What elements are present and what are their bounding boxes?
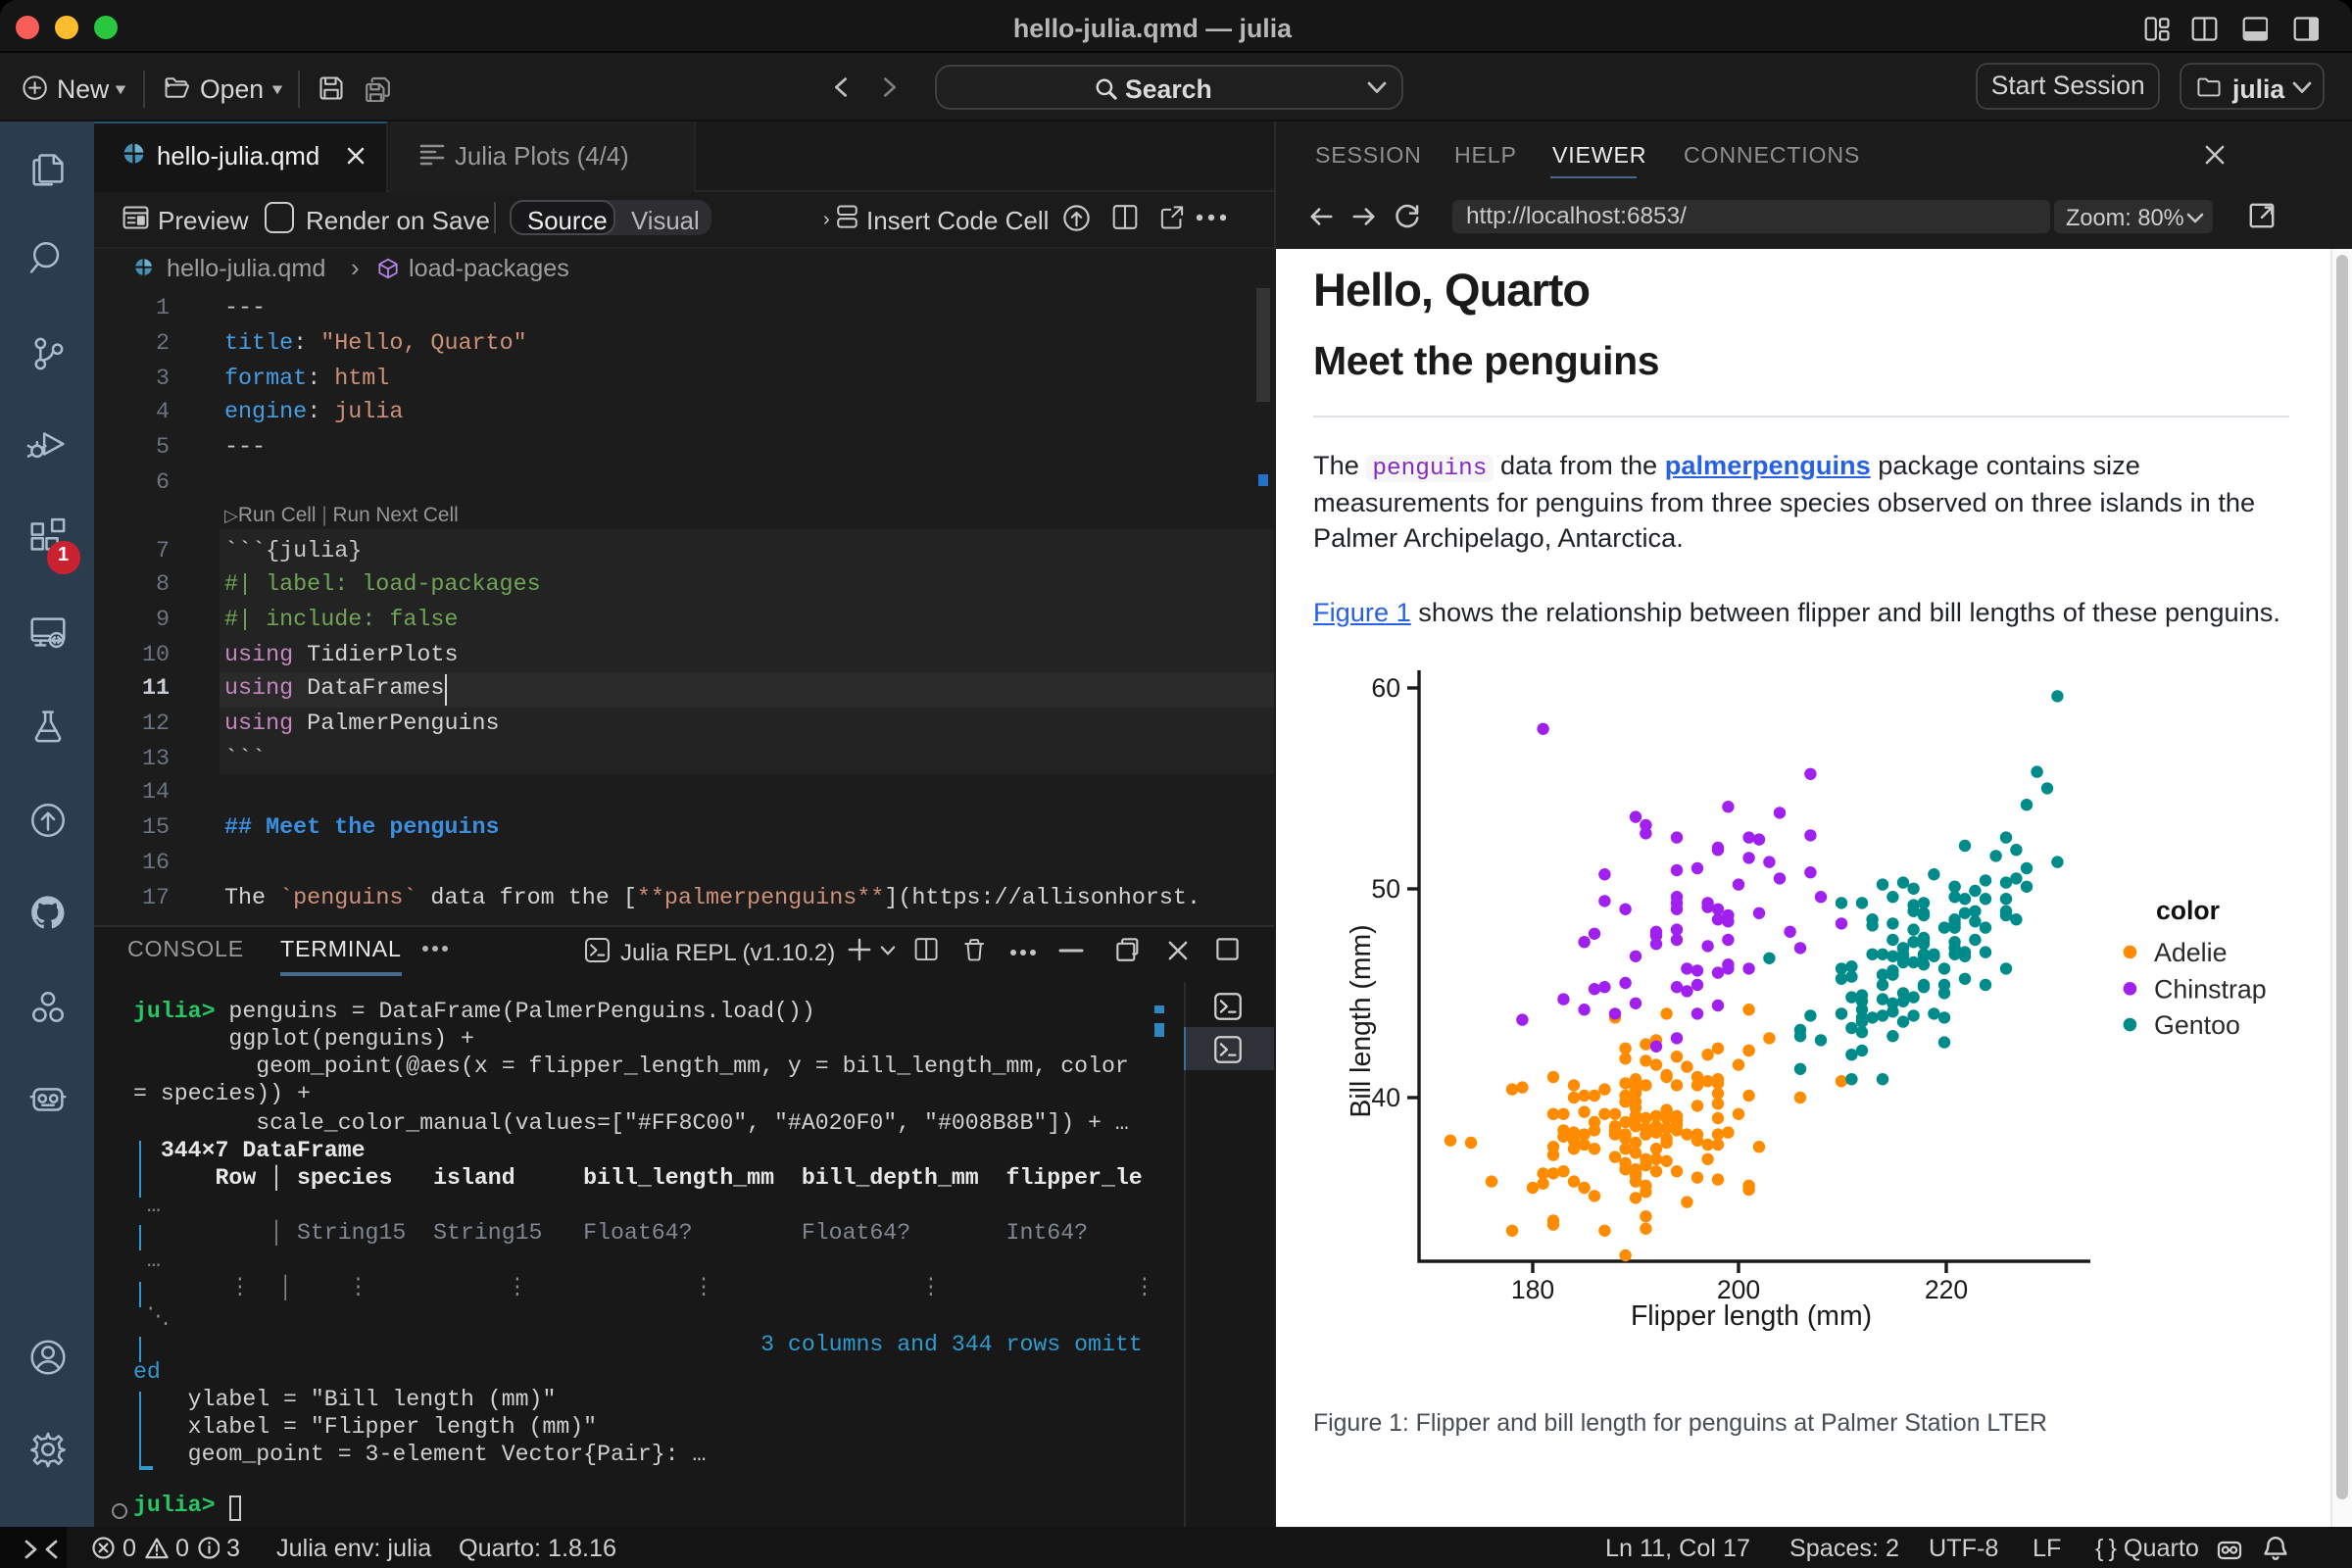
svg-text:Chinstrap: Chinstrap: [2153, 974, 2266, 1004]
svg-text:Gentoo: Gentoo: [2153, 1010, 2239, 1040]
svg-text:color: color: [2155, 896, 2219, 925]
svg-text:Bill length (mm): Bill length (mm): [1345, 924, 1376, 1117]
svg-text:50: 50: [1370, 874, 1399, 904]
svg-text:220: 220: [1924, 1275, 1967, 1304]
svg-text:Flipper length (mm): Flipper length (mm): [1630, 1300, 1871, 1332]
svg-text:60: 60: [1370, 673, 1399, 703]
svg-text:180: 180: [1510, 1275, 1553, 1304]
svg-text:Adelie: Adelie: [2153, 938, 2227, 967]
